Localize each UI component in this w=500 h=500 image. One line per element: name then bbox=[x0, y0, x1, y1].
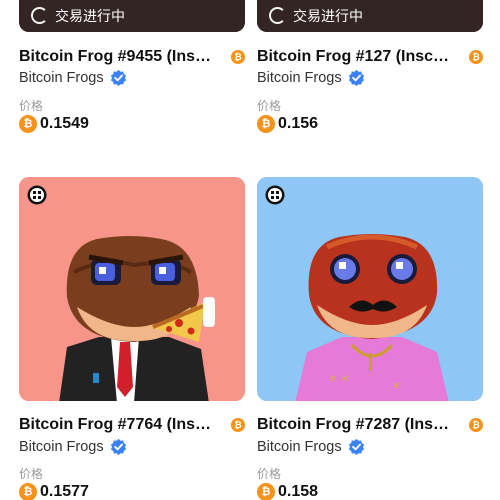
bitcoin-icon: ₿ bbox=[257, 115, 275, 133]
loading-spinner-icon bbox=[31, 7, 48, 24]
nft-image: ✕ ✕ ✕ bbox=[257, 177, 483, 401]
bitcoin-icon: ₿ bbox=[257, 483, 275, 500]
ordinals-badge-icon bbox=[27, 185, 47, 205]
collection-name[interactable]: Bitcoin Frogs bbox=[257, 439, 342, 455]
price-value: 0.156 bbox=[278, 115, 319, 132]
svg-text:✕: ✕ bbox=[392, 381, 400, 392]
verified-badge-icon bbox=[110, 69, 126, 86]
collection-name[interactable]: Bitcoin Frogs bbox=[19, 439, 104, 455]
nft-title[interactable]: Bitcoin Frog #7287 (Ins… bbox=[257, 416, 469, 434]
bitcoin-icon: ₿ bbox=[19, 115, 37, 133]
nft-thumbnail[interactable] bbox=[19, 177, 245, 401]
bitcoin-chain-icon: ₿ bbox=[469, 418, 483, 432]
bitcoin-chain-icon: ₿ bbox=[469, 50, 483, 64]
price-label: 价格 bbox=[257, 467, 282, 481]
nft-title[interactable]: Bitcoin Frog #127 (Insc… bbox=[257, 48, 469, 66]
price-value: 0.158 bbox=[278, 483, 319, 500]
loading-spinner-icon bbox=[269, 7, 286, 24]
nft-thumbnail[interactable]: 交易进行中 bbox=[257, 0, 483, 32]
collection-name[interactable]: Bitcoin Frogs bbox=[257, 70, 342, 86]
price-value: 0.1577 bbox=[40, 483, 89, 500]
price-label: 价格 bbox=[257, 99, 282, 113]
trade-status-text: 交易进行中 bbox=[55, 7, 125, 24]
bitcoin-chain-icon: ₿ bbox=[231, 50, 245, 64]
nft-image bbox=[19, 177, 245, 401]
verified-badge-icon bbox=[348, 69, 364, 86]
price-value: 0.1549 bbox=[40, 115, 89, 132]
trade-status-bar: 交易进行中 bbox=[19, 0, 245, 32]
nft-title[interactable]: Bitcoin Frog #9455 (Ins… bbox=[19, 48, 231, 66]
verified-badge-icon bbox=[110, 438, 126, 455]
bitcoin-icon: ₿ bbox=[19, 483, 37, 500]
trade-status-bar: 交易进行中 bbox=[257, 0, 483, 32]
trade-status-text: 交易进行中 bbox=[293, 7, 363, 24]
price-label: 价格 bbox=[19, 467, 44, 481]
ordinals-badge-icon bbox=[265, 185, 285, 205]
price-label: 价格 bbox=[19, 99, 44, 113]
verified-badge-icon bbox=[348, 438, 364, 455]
bitcoin-chain-icon: ₿ bbox=[231, 418, 245, 432]
collection-name[interactable]: Bitcoin Frogs bbox=[19, 70, 104, 86]
nft-title[interactable]: Bitcoin Frog #7764 (Ins… bbox=[19, 416, 231, 434]
svg-text:✕ ✕: ✕ ✕ bbox=[329, 374, 349, 385]
nft-thumbnail[interactable]: 交易进行中 bbox=[19, 0, 245, 32]
nft-thumbnail[interactable]: ✕ ✕ ✕ bbox=[257, 177, 483, 401]
